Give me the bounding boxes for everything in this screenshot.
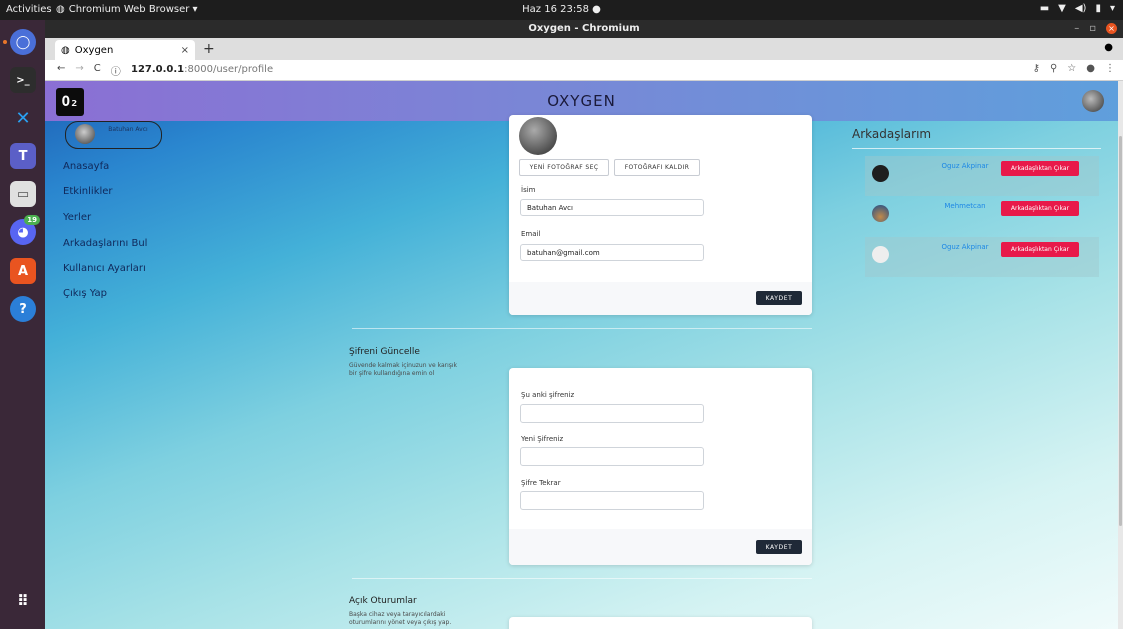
select-photo-button[interactable]: YENİ FOTOĞRAF SEÇ <box>519 159 609 176</box>
reload-icon[interactable]: C <box>94 63 101 78</box>
clock[interactable]: Haz 16 23:58 ● <box>0 4 1123 15</box>
window-titlebar: Oxygen - Chromium – ▫ × <box>45 20 1123 38</box>
remove-photo-button[interactable]: FOTOĞRAFI KALDIR <box>614 159 700 176</box>
forward-icon[interactable]: → <box>75 63 83 78</box>
files-dock-icon[interactable]: ▭ <box>10 181 36 207</box>
web-page: O₂ OXYGEN Batuhan Avcı Anasayfa Etkinlik… <box>45 81 1118 629</box>
new-password-field[interactable] <box>520 447 704 466</box>
password-section-description: Güvende kalmak içinuzun ve karışık bir ş… <box>349 362 458 377</box>
list-item: Oguz Akpinar Arkadaşlıktan Çıkar <box>865 156 1099 196</box>
list-item: Mehmetcan Arkadaşlıktan Çıkar <box>865 196 1099 236</box>
current-password-field[interactable] <box>520 404 704 423</box>
name-field[interactable]: Batuhan Avcı <box>520 199 704 216</box>
minimize-icon[interactable]: – <box>1074 20 1079 38</box>
password-section-title: Şifreni Güncelle <box>349 347 420 357</box>
power-menu-icon: ▾ <box>1109 3 1115 14</box>
tab-search-icon[interactable]: ● <box>1104 42 1113 53</box>
email-field[interactable]: batuhan@gmail.com <box>520 244 704 261</box>
user-pill[interactable]: Batuhan Avcı <box>65 121 162 149</box>
page-scrollbar[interactable] <box>1118 81 1123 629</box>
password-card: Şu anki şifreniz Yeni Şifreniz Şifre Tek… <box>509 368 812 565</box>
profile-info-card: YENİ FOTOĞRAF SEÇ FOTOĞRAFI KALDIR İsim … <box>509 115 812 315</box>
address-bar[interactable]: 127.0.0.1:8000/user/profile <box>131 64 273 75</box>
friends-title: Arkadaşlarım <box>852 127 932 141</box>
profile-photo <box>519 117 557 155</box>
divider <box>852 148 1101 149</box>
sessions-section-title: Açık Oturumlar <box>349 596 417 606</box>
user-name: Batuhan Avcı <box>108 126 148 133</box>
running-indicator <box>3 40 7 44</box>
software-dock-icon[interactable]: A <box>10 258 36 284</box>
email-label: Email <box>521 230 541 238</box>
key-icon[interactable]: ⚷ <box>1033 63 1040 74</box>
wifi-icon: ▼ <box>1058 3 1066 14</box>
sessions-section-description: Başka cihaz veya tarayıcılardaki oturuml… <box>349 611 452 626</box>
teams-dock-icon[interactable]: T <box>10 143 36 169</box>
system-top-bar: Activities ◍ Chromium Web Browser ▾ Haz … <box>0 0 1123 20</box>
friend-avatar <box>872 205 889 222</box>
sidebar-item-home[interactable]: Anasayfa <box>63 161 109 172</box>
card-footer: KAYDET <box>509 282 812 315</box>
new-tab-button[interactable]: + <box>203 41 215 57</box>
tab-close-icon[interactable]: × <box>181 45 189 56</box>
new-password-label: Yeni Şifreniz <box>521 435 564 443</box>
name-label: İsim <box>521 186 536 194</box>
repeat-password-label: Şifre Tekrar <box>521 479 561 487</box>
battery-icon: ▮ <box>1095 3 1101 14</box>
friend-avatar <box>872 246 889 263</box>
divider <box>352 328 812 329</box>
friend-avatar <box>872 165 889 182</box>
close-window-icon[interactable]: × <box>1106 23 1117 34</box>
vscode-dock-icon[interactable]: ✕ <box>10 105 36 131</box>
list-item: Oguz Akpinar Arkadaşlıktan Çıkar <box>865 237 1099 277</box>
save-profile-button[interactable]: KAYDET <box>756 291 802 305</box>
sidebar-item-logout[interactable]: Çıkış Yap <box>63 288 107 299</box>
sidebar-item-places[interactable]: Yerler <box>63 212 91 223</box>
menu-icon[interactable]: ⋮ <box>1105 63 1115 74</box>
app-grid-icon[interactable]: ⠿ <box>10 588 36 614</box>
unfriend-button[interactable]: Arkadaşlıktan Çıkar <box>1001 161 1079 176</box>
toolbar: ← → C ⓘ 127.0.0.1:8000/user/profile ⚷ ⚲ … <box>45 60 1123 81</box>
save-password-button[interactable]: KAYDET <box>756 540 802 554</box>
sidebar-item-find-friends[interactable]: Arkadaşlarını Bul <box>63 238 147 249</box>
card-footer: KAYDET <box>509 529 812 565</box>
discord-tray-icon: ▬ <box>1039 3 1050 14</box>
window-title: Oxygen - Chromium <box>528 23 640 34</box>
zoom-icon[interactable]: ⚲ <box>1050 63 1057 74</box>
current-password-label: Şu anki şifreniz <box>521 391 575 399</box>
tab-title: Oxygen <box>74 44 114 56</box>
site-brand: OXYGEN <box>547 92 616 110</box>
globe-icon: ◍ <box>61 44 70 56</box>
url-host: 127.0.0.1 <box>131 64 185 75</box>
friend-name[interactable]: Mehmetcan <box>915 202 1015 210</box>
friend-name[interactable]: Oguz Akpinar <box>915 243 1015 251</box>
friend-name[interactable]: Oguz Akpinar <box>915 162 1015 170</box>
profile-icon[interactable]: ● <box>1086 63 1095 74</box>
tab-bar: ◍ Oxygen × + ● <box>45 38 1123 60</box>
repeat-password-field[interactable] <box>520 491 704 510</box>
url-path: :8000/user/profile <box>184 64 274 75</box>
info-icon[interactable]: ⓘ <box>111 63 121 78</box>
maximize-icon[interactable]: ▫ <box>1089 20 1096 38</box>
navbar-avatar[interactable] <box>1082 90 1104 112</box>
chromium-dock-icon[interactable]: ◯ <box>10 29 36 55</box>
tab-oxygen[interactable]: ◍ Oxygen × <box>55 40 195 60</box>
unfriend-button[interactable]: Arkadaşlıktan Çıkar <box>1001 242 1079 257</box>
avatar <box>75 124 95 144</box>
star-icon[interactable]: ☆ <box>1067 63 1076 74</box>
discord-badge: 19 <box>24 215 40 225</box>
dock: ◯ >_ ✕ T ▭ ◕ 19 A ? ⠿ <box>0 20 45 629</box>
sidebar-item-events[interactable]: Etkinlikler <box>63 186 113 197</box>
system-tray[interactable]: ▬ ▼ ◀) ▮ ▾ <box>1040 3 1115 14</box>
scrollbar-thumb[interactable] <box>1119 136 1122 526</box>
terminal-dock-icon[interactable]: >_ <box>10 67 36 93</box>
unfriend-button[interactable]: Arkadaşlıktan Çıkar <box>1001 201 1079 216</box>
volume-icon: ◀) <box>1074 3 1087 14</box>
sessions-card <box>509 617 812 629</box>
discord-dock-icon[interactable]: ◕ 19 <box>10 215 40 245</box>
divider <box>352 578 812 579</box>
help-dock-icon[interactable]: ? <box>10 296 36 322</box>
back-icon[interactable]: ← <box>57 63 65 78</box>
sidebar-item-user-settings[interactable]: Kullanıcı Ayarları <box>63 263 146 274</box>
